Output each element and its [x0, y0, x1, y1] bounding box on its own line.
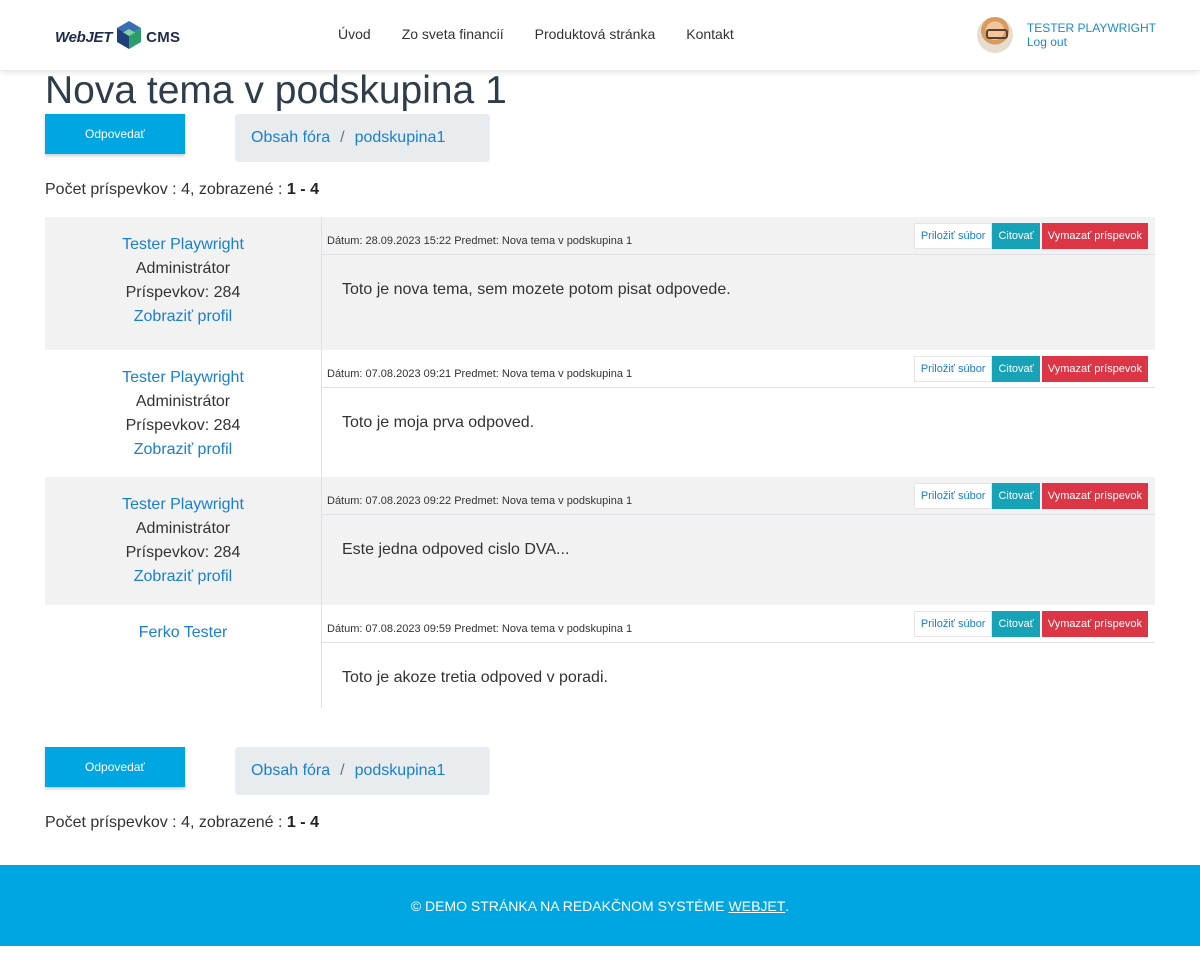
- attach-file-button[interactable]: Priložiť súbor: [913, 223, 993, 249]
- post-meta: Dátum: 07.08.2023 09:21 Predmet: Nova te…: [327, 368, 633, 380]
- post-body: Este jedna odpoved cislo DVA...: [342, 541, 570, 558]
- post-count-dash: -: [300, 814, 306, 831]
- post-item: Ferko Tester Dátum: 07.08.2023 09:59 Pre…: [45, 605, 1155, 708]
- author-post-count: Príspevkov: 284: [125, 284, 241, 301]
- delete-post-button[interactable]: Vymazať príspevok: [1041, 483, 1148, 509]
- author-post-count: Príspevkov: 284: [125, 544, 241, 561]
- user-name[interactable]: TESTER PLAYWRIGHT: [1027, 21, 1156, 35]
- post-list: Tester Playwright Administrátor Príspevk…: [45, 217, 1155, 708]
- author-post-count: Príspevkov: 284: [125, 417, 241, 434]
- breadcrumb-item-obsah-fora[interactable]: Obsah fóra: [251, 762, 330, 780]
- breadcrumb-separator: /: [340, 129, 345, 146]
- breadcrumb-separator: /: [340, 762, 345, 779]
- post-count-from: 1: [286, 181, 296, 198]
- delete-post-button[interactable]: Vymazať príspevok: [1041, 356, 1148, 382]
- reply-button-bottom[interactable]: Odpovedať: [45, 747, 185, 787]
- post-count-prefix: Počet príspevkov : 4, zobrazené :: [45, 814, 283, 831]
- post-item: Tester Playwright Administrátor Príspevk…: [45, 477, 1155, 605]
- footer-end: .: [785, 897, 790, 914]
- logo-text-cms: CMS: [146, 28, 181, 46]
- footer-webjet-link[interactable]: WEBJET: [729, 898, 786, 914]
- post-author: Ferko Tester: [45, 605, 322, 708]
- post-meta: Dátum: 07.08.2023 09:59 Predmet: Nova te…: [327, 623, 633, 635]
- author-role: Administrátor: [135, 260, 231, 277]
- post-item: Tester Playwright Administrátor Príspevk…: [45, 217, 1155, 350]
- site-logo[interactable]: WebJET CMS: [55, 20, 195, 54]
- author-name[interactable]: Ferko Tester: [45, 621, 321, 645]
- attach-file-button[interactable]: Priložiť súbor: [913, 483, 993, 509]
- breadcrumb-top: Obsah fóra / podskupina1: [235, 114, 490, 162]
- quote-button[interactable]: Citovať: [992, 223, 1040, 249]
- nav-item-zo-sveta-financii[interactable]: Zo sveta financií: [402, 26, 504, 42]
- page-title: Nova tema v podskupina 1: [45, 69, 507, 112]
- post-meta: Dátum: 07.08.2023 09:22 Predmet: Nova te…: [327, 495, 633, 507]
- view-profile-link[interactable]: Zobraziť profil: [45, 438, 321, 462]
- site-footer: © DEMO STRÁNKA NA REDAKČNOM SYSTÉME WEBJ…: [0, 865, 1200, 946]
- post-body: Toto je moja prva odpoved.: [342, 414, 535, 431]
- delete-post-button[interactable]: Vymazať príspevok: [1041, 611, 1148, 637]
- nav-item-produktova-stranka[interactable]: Produktová stránka: [535, 26, 656, 42]
- quote-button[interactable]: Citovať: [992, 356, 1040, 382]
- breadcrumb-item-podskupina1[interactable]: podskupina1: [355, 129, 446, 147]
- post-author: Tester Playwright Administrátor Príspevk…: [45, 350, 322, 477]
- breadcrumb-item-obsah-fora[interactable]: Obsah fóra: [251, 129, 330, 147]
- footer-text: © DEMO STRÁNKA NA REDAKČNOM SYSTÉME: [410, 897, 725, 914]
- post-body: Toto je akoze tretia odpoved v poradi.: [342, 669, 608, 686]
- post-count-to: 4: [310, 814, 319, 831]
- post-meta: Dátum: 28.09.2023 15:22 Predmet: Nova te…: [327, 235, 633, 247]
- quote-button[interactable]: Citovať: [992, 611, 1040, 637]
- post-item: Tester Playwright Administrátor Príspevk…: [45, 350, 1155, 477]
- post-author: Tester Playwright Administrátor Príspevk…: [45, 217, 322, 350]
- avatar[interactable]: [976, 17, 1013, 53]
- post-author: Tester Playwright Administrátor Príspevk…: [45, 477, 322, 605]
- post-count-from: 1: [286, 814, 296, 831]
- author-name[interactable]: Tester Playwright: [45, 493, 321, 517]
- author-name[interactable]: Tester Playwright: [45, 233, 321, 257]
- author-name[interactable]: Tester Playwright: [45, 366, 321, 390]
- view-profile-link[interactable]: Zobraziť profil: [45, 565, 321, 589]
- logo-text-webjet: WebJET: [55, 28, 113, 46]
- attach-file-button[interactable]: Priložiť súbor: [913, 356, 993, 382]
- delete-post-button[interactable]: Vymazať príspevok: [1041, 223, 1148, 249]
- quote-button[interactable]: Citovať: [992, 483, 1040, 509]
- main-nav: Úvod Zo sveta financií Produktová stránk…: [338, 26, 765, 42]
- post-count-dash: -: [300, 181, 306, 198]
- post-body: Toto je nova tema, sem mozete potom pisa…: [342, 281, 731, 298]
- post-count-to: 4: [310, 181, 319, 198]
- view-profile-link[interactable]: Zobraziť profil: [45, 305, 321, 329]
- site-header: WebJET CMS Úvod Zo sveta financií Produk…: [0, 0, 1200, 70]
- logo-cube-icon: [117, 20, 142, 54]
- nav-item-uvod[interactable]: Úvod: [338, 26, 371, 42]
- post-count-top: Počet príspevkov : 4, zobrazené : 1 - 4: [45, 181, 319, 199]
- post-count-bottom: Počet príspevkov : 4, zobrazené : 1 - 4: [45, 814, 319, 832]
- breadcrumb-bottom: Obsah fóra / podskupina1: [235, 747, 490, 795]
- attach-file-button[interactable]: Priložiť súbor: [913, 611, 993, 637]
- author-role: Administrátor: [135, 520, 231, 537]
- post-count-prefix: Počet príspevkov : 4, zobrazené :: [45, 181, 283, 198]
- author-role: Administrátor: [135, 393, 231, 410]
- user-menu: TESTER PLAYWRIGHT Log out: [976, 17, 1156, 53]
- nav-item-kontakt[interactable]: Kontakt: [686, 26, 733, 42]
- reply-button-top[interactable]: Odpovedať: [45, 114, 185, 154]
- logout-link[interactable]: Log out: [1027, 35, 1156, 49]
- breadcrumb-item-podskupina1[interactable]: podskupina1: [355, 762, 446, 780]
